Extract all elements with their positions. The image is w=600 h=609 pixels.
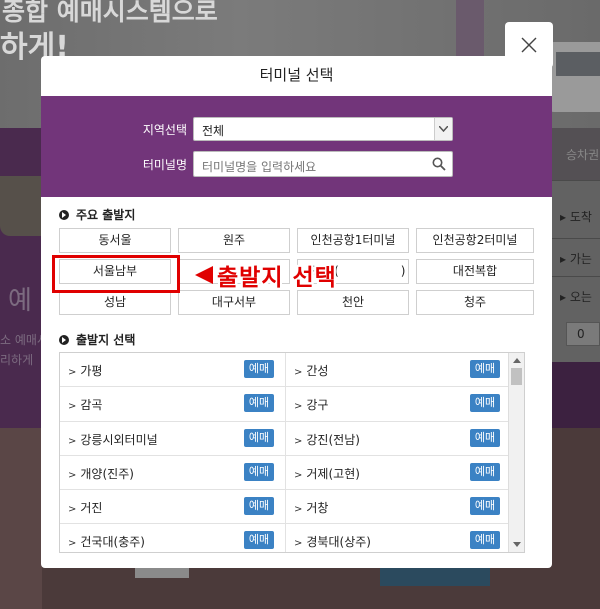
book-button[interactable]: 예매 bbox=[470, 360, 500, 378]
major-terminal-button[interactable]: 청주 bbox=[416, 290, 534, 315]
chevron-right-icon: > bbox=[294, 435, 303, 447]
chevron-right-icon: > bbox=[294, 401, 303, 413]
scrollbar[interactable] bbox=[508, 353, 524, 552]
list-item[interactable]: > 강진(전남) 예매 bbox=[286, 422, 511, 456]
major-terminal-button[interactable]: 동서울 bbox=[59, 228, 171, 253]
chevron-right-icon: > bbox=[68, 538, 77, 550]
bus-window bbox=[556, 52, 600, 76]
booking-title: 승차권 예 bbox=[566, 148, 600, 162]
chevron-right-icon: > bbox=[68, 401, 77, 413]
major-terminal-button[interactable]: 인천공항2터미널 bbox=[416, 228, 534, 253]
background-text: 예 bbox=[8, 286, 32, 316]
annotation-text: 출발지 선택 bbox=[217, 265, 337, 291]
chevron-right-icon: > bbox=[294, 469, 303, 481]
region-select[interactable]: 전체 bbox=[193, 117, 453, 141]
scroll-down-icon[interactable] bbox=[513, 542, 521, 547]
book-button[interactable]: 예매 bbox=[470, 531, 500, 550]
list-item[interactable]: > 강릉시외터미널 예매 bbox=[60, 422, 285, 456]
list-item[interactable]: > 경북대(상주) 예매 bbox=[286, 524, 511, 552]
list-item[interactable]: > 건국대(충주) 예매 bbox=[60, 524, 285, 552]
list-item[interactable]: > 감곡 예매 bbox=[60, 387, 285, 422]
book-button[interactable]: 예매 bbox=[244, 497, 274, 516]
major-terminal-button[interactable]: 원주 bbox=[178, 228, 290, 253]
list-item[interactable]: > 간성 예매 bbox=[286, 353, 511, 388]
scroll-thumb[interactable] bbox=[511, 368, 522, 385]
book-button[interactable]: 예매 bbox=[470, 497, 500, 516]
bus-image bbox=[0, 176, 42, 236]
major-terminal-button[interactable]: 인천공항1터미널 bbox=[297, 228, 409, 253]
major-departures-heading: 주요 출발지 bbox=[59, 206, 135, 223]
chevron-right-icon: > bbox=[68, 435, 77, 447]
booking-item: ▸ 도착 bbox=[560, 210, 592, 224]
list-item[interactable]: > 거창 예매 bbox=[286, 490, 511, 525]
book-button[interactable]: 예매 bbox=[244, 360, 274, 378]
chevron-right-icon: > bbox=[294, 538, 303, 550]
bullet-icon bbox=[59, 209, 69, 220]
bullet-icon bbox=[59, 334, 69, 345]
book-button[interactable]: 예매 bbox=[470, 394, 500, 413]
chevron-right-icon: > bbox=[294, 504, 303, 516]
modal-title: 터미널 선택 bbox=[259, 66, 334, 84]
background-bottom-left bbox=[0, 428, 42, 609]
book-button[interactable]: 예매 bbox=[470, 462, 500, 481]
departure-column-left: > 가평 예매 > 감곡 예매 > 강릉시외터미널 예매 > 개양(진주) 예매 > 거진… bbox=[60, 353, 285, 552]
major-terminal-button[interactable]: 성남 bbox=[59, 290, 171, 315]
list-item[interactable]: > 거진 예매 bbox=[60, 490, 285, 525]
region-select-value: 전체 bbox=[202, 124, 225, 138]
terminal-search-input[interactable] bbox=[193, 151, 453, 177]
background-left-panel bbox=[0, 128, 42, 428]
background-panel-lower bbox=[552, 362, 600, 428]
scroll-up-icon[interactable] bbox=[513, 358, 521, 363]
terminal-select-modal: 터미널 선택 지역선택 전체 터미널명 주요 출발지 동서울 원주 인천공항1터… bbox=[41, 56, 552, 568]
divider bbox=[552, 238, 600, 239]
chevron-right-icon: > bbox=[294, 367, 303, 378]
list-item[interactable]: > 거제(고현) 예매 bbox=[286, 456, 511, 491]
background-sign bbox=[456, 0, 484, 60]
departure-select-heading: 출발지 선택 bbox=[59, 331, 135, 348]
close-icon bbox=[521, 37, 537, 53]
divider bbox=[552, 276, 600, 277]
departure-list: > 가평 예매 > 감곡 예매 > 강릉시외터미널 예매 > 개양(진주) 예매 > 거진… bbox=[59, 352, 525, 553]
background-card bbox=[380, 566, 490, 586]
chevron-down-icon bbox=[434, 118, 452, 140]
region-label: 지역선택 bbox=[142, 123, 187, 137]
list-item[interactable]: > 강구 예매 bbox=[286, 387, 511, 422]
major-terminal-button[interactable]: 대전복합 bbox=[416, 259, 534, 284]
arrow-left-icon bbox=[195, 266, 213, 284]
book-button[interactable]: 예매 bbox=[244, 394, 274, 413]
highlight-box bbox=[52, 255, 180, 293]
search-icon[interactable] bbox=[432, 157, 446, 171]
departure-column-right: > 간성 예매 > 강구 예매 > 강진(전남) 예매 > 거제(고현) 예매 > 거창 … bbox=[286, 353, 511, 552]
book-button[interactable]: 예매 bbox=[244, 462, 274, 481]
annotation-callout: 출발지 선택 bbox=[195, 258, 337, 292]
chevron-right-icon: > bbox=[68, 469, 77, 481]
list-item[interactable]: > 개양(진주) 예매 bbox=[60, 456, 285, 491]
list-item[interactable]: > 가평 예매 bbox=[60, 353, 285, 388]
major-terminal-button[interactable]: 대구서부 bbox=[178, 290, 290, 315]
terminal-name-label: 터미널명 bbox=[142, 158, 187, 172]
book-button[interactable]: 예매 bbox=[244, 428, 274, 447]
chevron-right-icon: > bbox=[68, 367, 77, 378]
booking-item: ▸ 오는 bbox=[560, 290, 592, 304]
booking-item: ▸ 가는 bbox=[560, 252, 592, 266]
book-button[interactable]: 예매 bbox=[470, 428, 500, 447]
book-button[interactable]: 예매 bbox=[244, 531, 274, 550]
search-area: 지역선택 전체 터미널명 bbox=[41, 96, 552, 197]
major-terminal-button[interactable]: 천안 bbox=[297, 290, 409, 315]
divider bbox=[552, 180, 600, 181]
background-count-field: 0 bbox=[566, 322, 600, 346]
chevron-right-icon: > bbox=[68, 504, 77, 516]
